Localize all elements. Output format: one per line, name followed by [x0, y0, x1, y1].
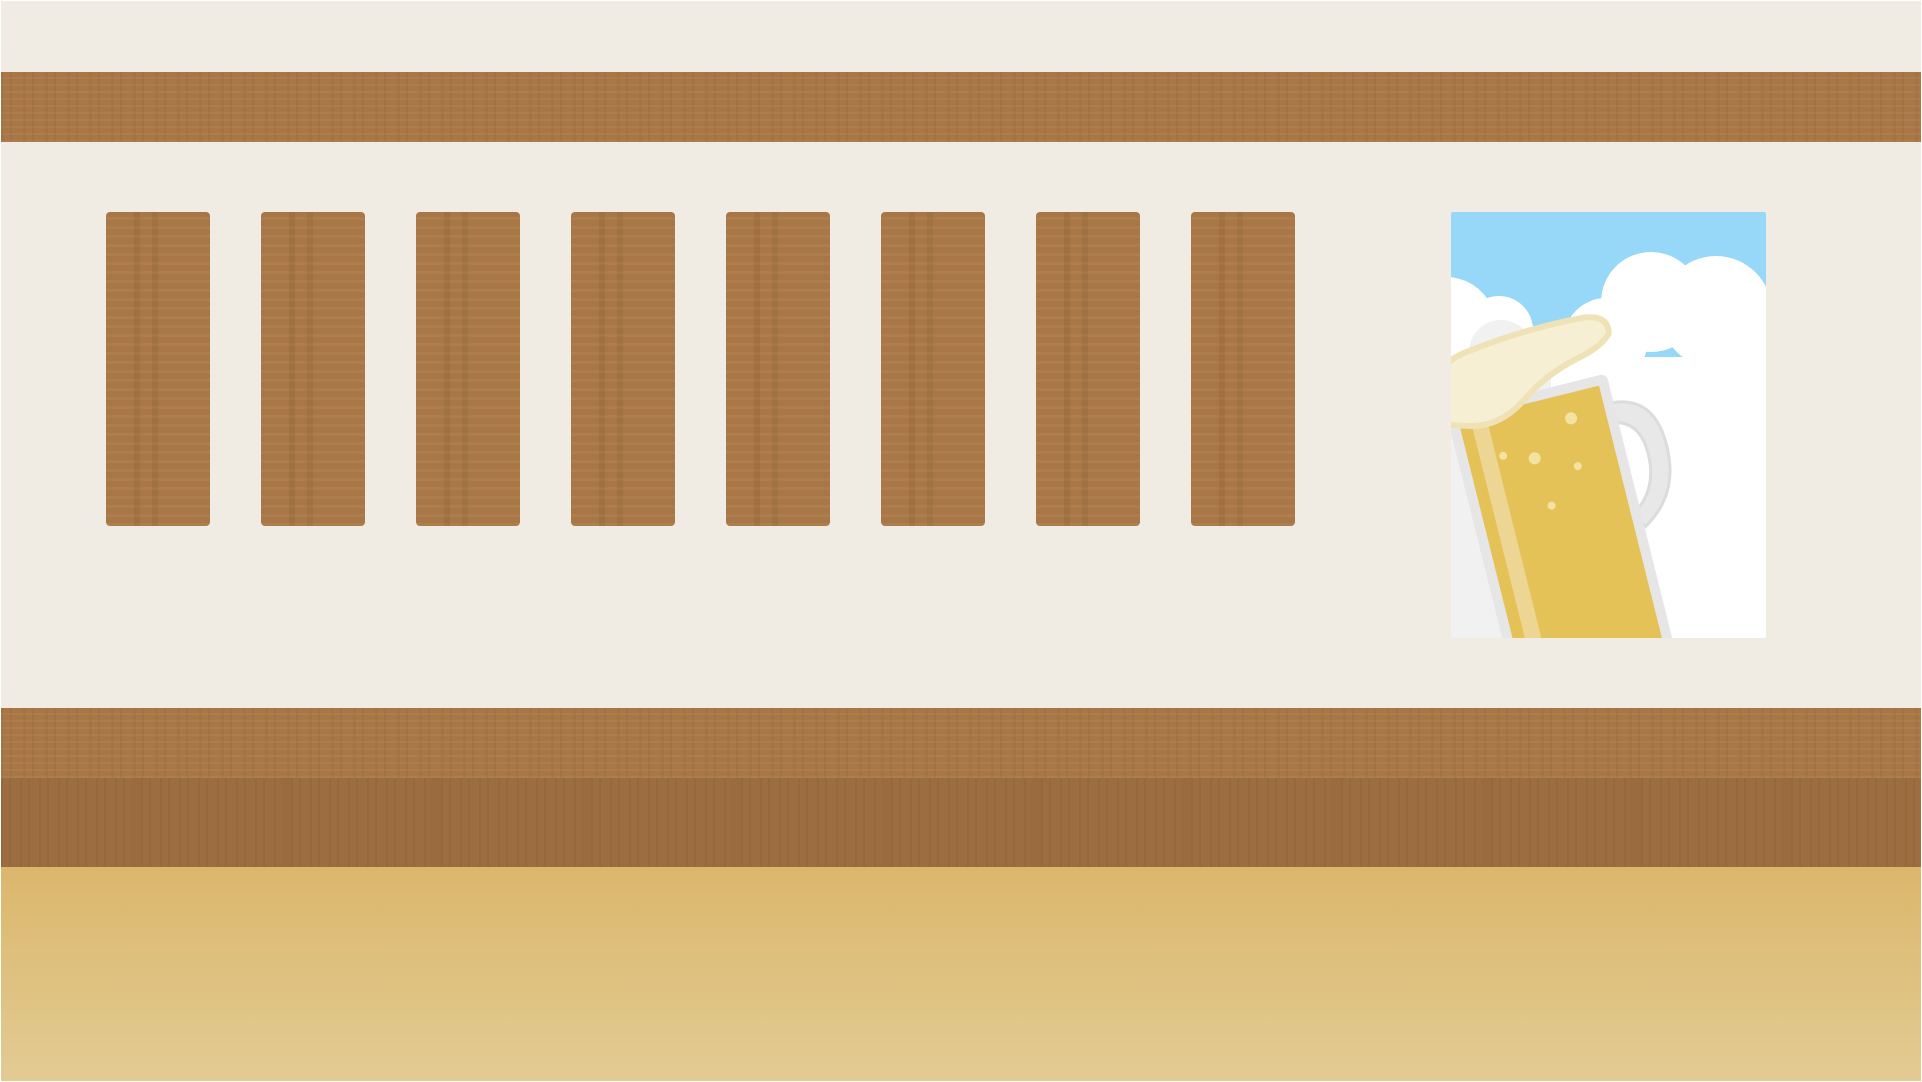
bottom-wood-beam: [1, 708, 1921, 778]
wainscot-panel-12: [1641, 778, 1781, 867]
top-wood-beam: [1, 72, 1921, 142]
wainscot-panel-4: [441, 778, 581, 867]
wainscot-panel-11: [1491, 778, 1631, 867]
wood-wainscot: [1, 778, 1921, 867]
wood-slat-1: [106, 212, 210, 526]
beer-poster[interactable]: [1451, 212, 1766, 638]
wood-slat-7: [1036, 212, 1140, 526]
wood-slat-6: [881, 212, 985, 526]
wooden-floor: [1, 867, 1921, 1081]
wainscot-panel-13: [1791, 778, 1921, 867]
wainscot-panel-10: [1341, 778, 1481, 867]
wainscot-panel-7: [891, 778, 1031, 867]
wood-slat-3: [416, 212, 520, 526]
wainscot-panel-9: [1191, 778, 1331, 867]
wood-slat-5: [726, 212, 830, 526]
wood-slat-2: [261, 212, 365, 526]
wainscot-panel-3: [291, 778, 431, 867]
wainscot-panel-6: [741, 778, 881, 867]
wainscot-panel-1: [1, 778, 131, 867]
wood-slat-8: [1191, 212, 1295, 526]
beer-mug-icon: [1451, 212, 1766, 638]
wainscot-panel-2: [141, 778, 281, 867]
wainscot-panel-8: [1041, 778, 1181, 867]
izakaya-wall: [1, 1, 1921, 1081]
wood-slat-4: [571, 212, 675, 526]
wainscot-panel-5: [591, 778, 731, 867]
